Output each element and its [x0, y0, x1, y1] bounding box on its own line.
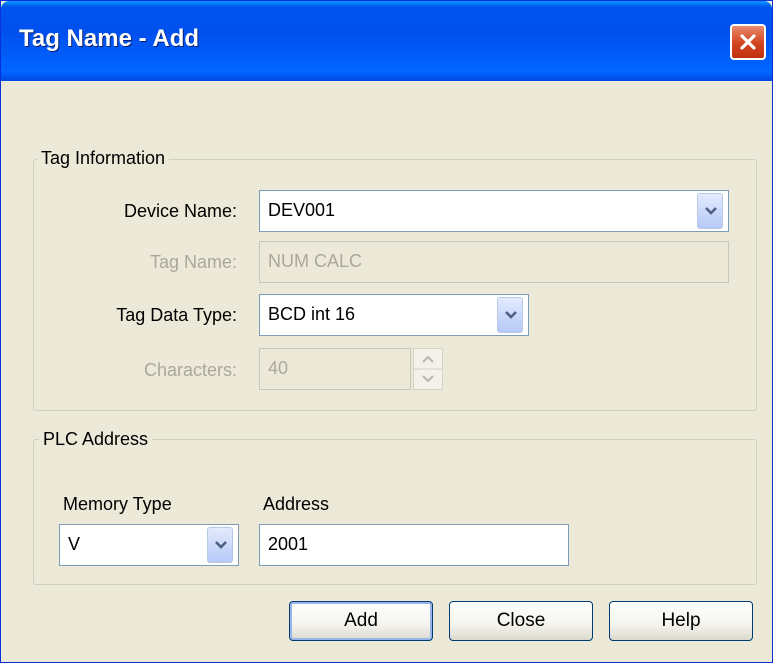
address-input[interactable]: 2001	[259, 524, 569, 566]
help-button[interactable]: Help	[609, 601, 753, 641]
tag-name-label: Tag Name:	[149, 252, 237, 272]
address-value: 2001	[268, 534, 309, 554]
address-label: Address	[263, 494, 330, 514]
characters-label: Characters:	[143, 360, 237, 380]
characters-spinner	[413, 348, 443, 390]
device-name-value: DEV001	[268, 200, 336, 220]
characters-field: 40	[259, 348, 411, 390]
chevron-down-icon	[215, 541, 227, 549]
tag-data-type-label: Tag Data Type:	[116, 305, 237, 325]
memory-type-dropdown-button[interactable]	[207, 527, 233, 563]
chevron-down-icon	[705, 207, 717, 215]
add-button[interactable]: Add	[289, 601, 433, 641]
window-title: Tag Name - Add	[19, 25, 200, 52]
close-button[interactable]: Close	[449, 601, 593, 641]
dialog-window: Tag Name - Add Tag Information Device Na…	[0, 0, 773, 663]
close-icon	[740, 34, 756, 50]
tag-information-legend: Tag Information	[37, 148, 170, 169]
tag-data-type-value: BCD int 16	[268, 304, 356, 324]
characters-value: 40	[268, 358, 289, 378]
tag-name-field: NUM CALC	[259, 241, 729, 283]
tag-name-value: NUM CALC	[268, 251, 363, 271]
device-name-select[interactable]: DEV001	[259, 190, 729, 232]
spin-down-icon	[422, 375, 434, 383]
memory-type-label: Memory Type	[63, 494, 172, 514]
close-window-button[interactable]	[730, 24, 766, 60]
title-bar[interactable]: Tag Name - Add	[1, 1, 772, 81]
chevron-down-icon	[505, 311, 517, 319]
device-name-dropdown-button[interactable]	[697, 193, 723, 229]
tag-data-type-dropdown-button[interactable]	[497, 297, 523, 333]
device-name-label: Device Name:	[123, 201, 237, 221]
memory-type-value: V	[68, 534, 81, 554]
plc-address-legend: PLC Address	[39, 429, 153, 450]
memory-type-select[interactable]: V	[59, 524, 239, 566]
tag-data-type-select[interactable]: BCD int 16	[259, 294, 529, 336]
